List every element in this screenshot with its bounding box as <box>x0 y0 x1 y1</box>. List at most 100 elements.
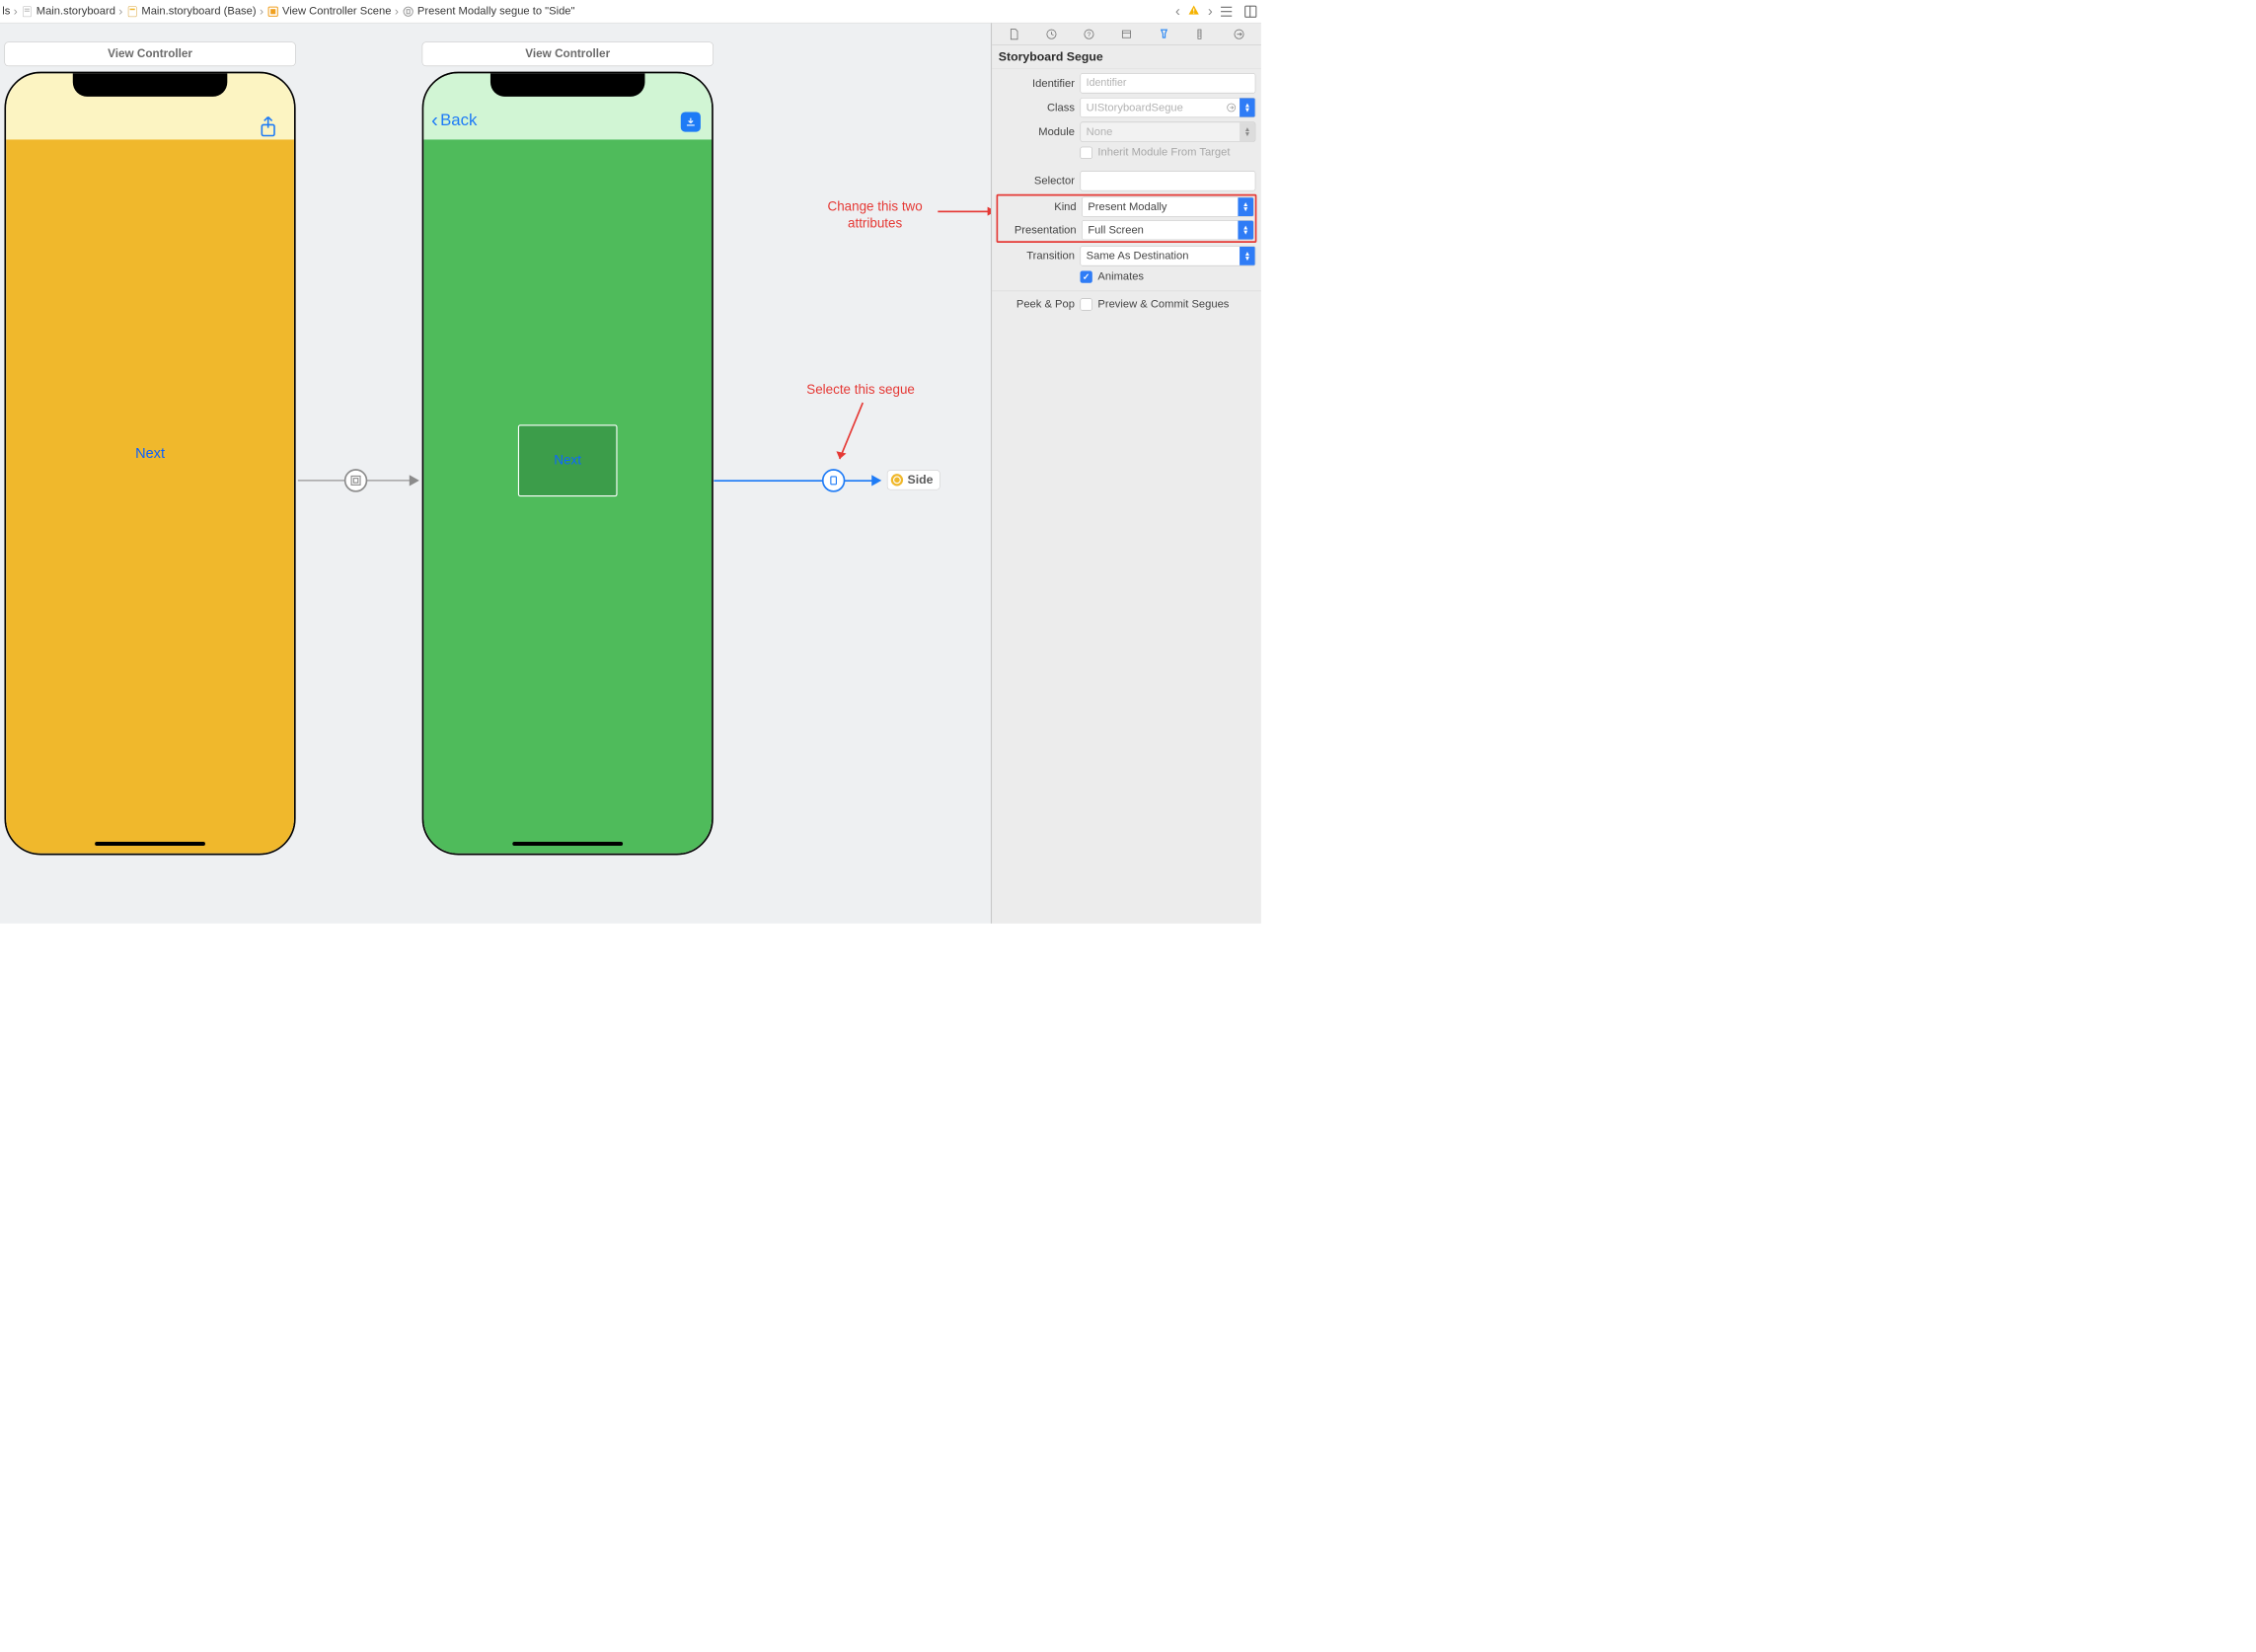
chevrons-icon: ▲▼ <box>1240 99 1255 117</box>
warning-icon[interactable] <box>1188 4 1200 20</box>
notch <box>73 73 228 96</box>
adjust-editor-icon[interactable] <box>1243 4 1258 19</box>
notch <box>490 73 645 96</box>
home-indicator <box>512 842 623 846</box>
breadcrumb[interactable]: ls › Main.storyboard › Main.storyboard (… <box>0 4 1168 19</box>
next-button-label[interactable]: Next <box>135 445 165 462</box>
inspector-section-title: Storyboard Segue <box>992 45 1261 69</box>
ib-canvas[interactable]: View Controller Next View Controller <box>0 23 992 923</box>
svg-text:?: ? <box>1088 32 1091 38</box>
chevrons-icon: ▲▼ <box>1238 197 1253 216</box>
chevron-right-icon: › <box>395 4 399 19</box>
view-body: Next <box>423 139 712 853</box>
nav-back-icon[interactable]: ‹ <box>1175 3 1180 20</box>
transition-combo[interactable]: Same As Destination ▲▼ <box>1081 246 1256 265</box>
chevron-right-icon: › <box>260 4 263 19</box>
identity-inspector-icon[interactable] <box>1119 27 1134 41</box>
storyboard-base-icon <box>126 5 138 17</box>
history-inspector-icon[interactable] <box>1044 27 1059 41</box>
presentation-combo[interactable]: Full Screen ▲▼ <box>1082 220 1253 240</box>
size-inspector-icon[interactable] <box>1194 27 1209 41</box>
presentation-value: Full Screen <box>1083 224 1239 237</box>
annotation-arrow <box>938 211 991 213</box>
nav-forward-icon[interactable]: › <box>1208 3 1213 20</box>
history-nav: ‹ › <box>1175 3 1213 20</box>
scene-icon <box>266 5 278 17</box>
annotation-line: Selecte this segue <box>806 382 915 397</box>
annotation-line: Change this two <box>828 198 923 215</box>
inspector-tab-bar: ? <box>992 23 1261 44</box>
chevron-left-icon: ‹ <box>431 109 438 131</box>
inherit-module-checkbox[interactable] <box>1081 146 1092 158</box>
annotation-line: attributes <box>828 215 923 232</box>
annotation-arrow <box>830 399 874 476</box>
jump-to-class-icon[interactable] <box>1226 102 1238 113</box>
view-body: Next <box>6 139 294 853</box>
back-label: Back <box>440 111 477 129</box>
class-label: Class <box>998 102 1075 114</box>
kind-value: Present Modally <box>1083 200 1239 213</box>
inspector-panel: ? Storyboard Segue Identifier Class <box>992 23 1261 923</box>
back-button[interactable]: ‹ Back <box>431 109 477 131</box>
scene-viewcontroller-2[interactable]: View Controller ‹ Back Next <box>422 41 714 855</box>
crumb-text[interactable]: Present Modally segue to "Side" <box>417 5 575 18</box>
annotation-arrowhead <box>988 207 992 216</box>
file-inspector-icon[interactable] <box>1007 27 1021 41</box>
selector-field[interactable] <box>1081 171 1256 190</box>
scene-reference-side[interactable]: Side <box>887 470 940 489</box>
home-indicator <box>95 842 205 846</box>
module-combo[interactable]: None ▲▼ <box>1081 122 1256 142</box>
container-view[interactable]: Next <box>518 425 618 497</box>
annotation-text: Selecte this segue <box>806 382 915 399</box>
help-inspector-icon[interactable]: ? <box>1082 27 1096 41</box>
peek-pop-description: Preview & Commit Segues <box>1097 298 1229 311</box>
animates-checkbox[interactable] <box>1081 270 1092 282</box>
inspector-form: Identifier Class UIStoryboardSegue ▲▼ Mo… <box>992 69 1261 291</box>
storyboard-ref-icon <box>891 474 903 486</box>
scene-title[interactable]: View Controller <box>4 41 295 66</box>
class-combo[interactable]: UIStoryboardSegue ▲▼ <box>1081 98 1256 117</box>
phone-frame: Next <box>4 72 295 856</box>
kind-label: Kind <box>999 200 1076 213</box>
connections-inspector-icon[interactable] <box>1232 27 1246 41</box>
transition-value: Same As Destination <box>1081 250 1240 263</box>
transition-label: Transition <box>998 250 1075 263</box>
segue-node-icon[interactable] <box>344 469 367 491</box>
peek-pop-row: Peek & Pop Preview & Commit Segues <box>992 291 1261 317</box>
segue-to-side-selected[interactable] <box>714 480 879 482</box>
crumb-text[interactable]: Main.storyboard (Base) <box>141 5 256 18</box>
identifier-field[interactable] <box>1081 73 1256 93</box>
download-icon <box>681 112 701 131</box>
annotation-text: Change this two attributes <box>828 198 923 232</box>
crumb-text[interactable]: Main.storyboard <box>37 5 115 18</box>
chevrons-icon: ▲▼ <box>1240 122 1255 141</box>
class-value: UIStoryboardSegue <box>1081 102 1225 114</box>
crumb-text[interactable]: ls <box>2 5 10 18</box>
crumb-text[interactable]: View Controller Scene <box>282 5 391 18</box>
segue-icon <box>402 5 414 17</box>
arrowhead-icon <box>410 475 419 486</box>
module-label: Module <box>998 125 1075 138</box>
chevron-right-icon: › <box>118 4 122 19</box>
outline-toggle-icon[interactable] <box>1219 4 1234 19</box>
scene-viewcontroller-1[interactable]: View Controller Next <box>4 41 295 855</box>
chevron-right-icon: › <box>14 4 18 19</box>
share-icon <box>259 115 277 142</box>
scene-title[interactable]: View Controller <box>422 41 714 66</box>
storyboard-file-icon <box>21 5 33 17</box>
scene-reference-label: Side <box>908 473 934 488</box>
presentation-label: Presentation <box>999 224 1076 237</box>
chevrons-icon: ▲▼ <box>1238 221 1253 240</box>
identifier-label: Identifier <box>998 77 1075 90</box>
arrowhead-icon <box>871 475 881 486</box>
phone-frame: ‹ Back Next <box>422 72 714 856</box>
highlighted-attributes-box: Kind Present Modally ▲▼ Presentation Ful… <box>997 194 1257 243</box>
kind-combo[interactable]: Present Modally ▲▼ <box>1082 197 1253 217</box>
peek-pop-label: Peek & Pop <box>998 298 1075 311</box>
peek-pop-checkbox[interactable] <box>1081 298 1092 310</box>
chevrons-icon: ▲▼ <box>1240 247 1255 265</box>
selector-label: Selector <box>998 175 1075 188</box>
breadcrumb-bar: ls › Main.storyboard › Main.storyboard (… <box>0 0 1261 23</box>
attributes-inspector-icon[interactable] <box>1157 27 1171 41</box>
next-button-label: Next <box>554 453 581 469</box>
